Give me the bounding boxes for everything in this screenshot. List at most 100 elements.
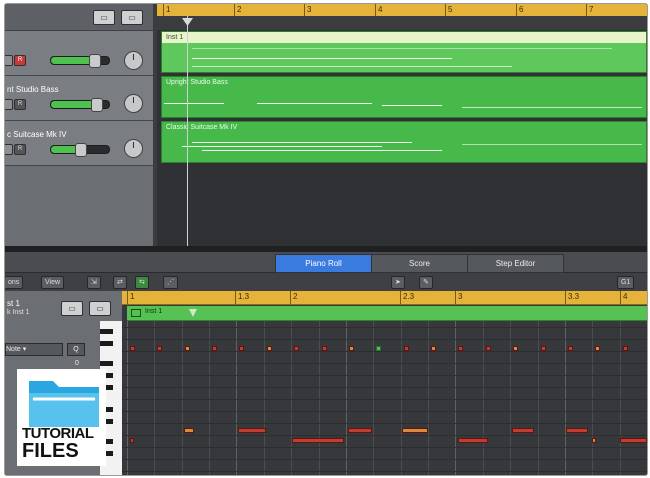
grid-row (122, 363, 647, 364)
midi-note[interactable] (620, 438, 647, 443)
midi-note[interactable] (458, 438, 488, 443)
view-menu[interactable]: View (41, 276, 65, 289)
ruler-tick: 3 (304, 4, 311, 16)
region-name: Classic Suitcase Mk IV (166, 124, 238, 131)
volume-slider[interactable] (50, 143, 110, 157)
midi-note[interactable] (540, 346, 546, 351)
midi-note[interactable] (294, 346, 300, 351)
grid-row (122, 459, 647, 460)
pan-knob[interactable] (124, 51, 143, 70)
grid-line (564, 321, 566, 475)
solo-button[interactable] (5, 99, 13, 110)
midi-note[interactable] (567, 346, 573, 351)
catch-icon[interactable]: ▭ (121, 10, 143, 25)
ruler-tick: 5 (445, 4, 452, 16)
midi-note[interactable] (592, 438, 596, 443)
midi-note[interactable] (212, 346, 218, 351)
grid-line (482, 321, 484, 475)
midi-note[interactable] (485, 346, 491, 351)
midi-note[interactable] (566, 428, 588, 433)
pan-knob[interactable] (124, 94, 143, 113)
auto-zoom-icon[interactable]: ⇲ (87, 276, 101, 289)
quantize-button[interactable]: Q (67, 343, 85, 356)
region-inst-1[interactable]: Inst 1 (161, 31, 647, 73)
midi-note[interactable] (157, 346, 163, 351)
region-upright-studio-bass[interactable]: Upright Studio Bass (161, 76, 647, 118)
catch-playhead-icon[interactable]: ⇆ (135, 276, 149, 289)
note-grid[interactable] (122, 291, 647, 475)
region-name: Upright Studio Bass (166, 79, 228, 86)
grid-line (373, 321, 375, 475)
logic-window: ▭ ▭ R nt Studio Bass R c Suitcase Mk IV … (4, 3, 648, 476)
midi-note[interactable] (348, 428, 372, 433)
midi-note[interactable] (403, 346, 409, 351)
editor-toolbar: ons View ⇲ ⇄ ⇆ ⋰ ➤ ✎ G1 (5, 273, 647, 292)
volume-slider[interactable] (50, 98, 110, 112)
midi-note[interactable] (513, 346, 519, 351)
grid-line (236, 321, 238, 475)
midi-note[interactable] (239, 346, 245, 351)
midi-note[interactable] (184, 428, 194, 433)
grid-line (263, 321, 265, 475)
grid-row (122, 375, 647, 376)
track-header-1[interactable]: R (5, 31, 153, 76)
midi-note[interactable] (348, 346, 354, 351)
midi-in-icon[interactable]: ⇄ (113, 276, 127, 289)
pencil-tool-icon[interactable]: ✎ (419, 276, 433, 289)
volume-slider[interactable] (50, 54, 110, 68)
pointer-tool-icon[interactable]: ➤ (391, 276, 405, 289)
catch-icon[interactable]: ▭ (89, 301, 111, 316)
grid-line (428, 321, 430, 475)
track-header-2[interactable]: nt Studio Bass R (5, 76, 153, 121)
region-classic-suitcase[interactable]: Classic Suitcase Mk IV (161, 121, 647, 163)
midi-note[interactable] (376, 346, 382, 351)
midi-note[interactable] (595, 346, 601, 351)
track-header-3[interactable]: c Suitcase Mk IV R (5, 121, 153, 166)
midi-note[interactable] (458, 346, 464, 351)
midi-note[interactable] (321, 346, 327, 351)
tab-score[interactable]: Score (371, 254, 468, 273)
mute-tool-icon[interactable]: ⋰ (163, 276, 178, 289)
editor-tabs: Piano Roll Score Step Editor (5, 252, 647, 273)
grid-line (154, 321, 156, 475)
track-name: nt Studio Bass (7, 85, 59, 94)
note-dropdown[interactable]: Note ▾ (5, 343, 63, 356)
midi-note[interactable] (238, 428, 266, 433)
midi-note[interactable] (292, 438, 344, 443)
midi-note[interactable] (266, 346, 272, 351)
playhead[interactable] (187, 16, 188, 246)
pan-knob[interactable] (124, 139, 143, 158)
tutorial-files-logo: TUTORIAL FILES (17, 369, 106, 466)
grid-line (537, 321, 539, 475)
grid-row (122, 447, 647, 448)
tab-step-editor[interactable]: Step Editor (467, 254, 564, 273)
midi-note[interactable] (130, 346, 135, 351)
grid-line (318, 321, 320, 475)
record-arm-button[interactable]: R (14, 144, 26, 155)
midi-note[interactable] (622, 346, 628, 351)
midi-note[interactable] (512, 428, 534, 433)
grid-line (647, 321, 648, 475)
grid-row (122, 339, 647, 340)
midi-note[interactable] (184, 346, 190, 351)
track-headers: ▭ ▭ R nt Studio Bass R c Suitcase Mk IV … (5, 4, 153, 246)
midi-note[interactable] (402, 428, 428, 433)
midi-note[interactable] (431, 346, 437, 351)
ruler-tick: 4 (375, 4, 382, 16)
grid-line (345, 321, 347, 475)
record-arm-button[interactable]: R (14, 99, 26, 110)
tab-piano-roll[interactable]: Piano Roll (275, 254, 372, 273)
grid-line (127, 321, 128, 475)
midi-note[interactable] (130, 438, 134, 443)
tracks-area: 1 2 3 4 5 6 7 Inst 1 Upright Studio Bass… (157, 4, 647, 246)
snap-menu[interactable]: G1 (617, 276, 635, 289)
logo-text-line2: FILES (22, 440, 79, 462)
record-arm-button[interactable]: R (14, 55, 26, 66)
piano-roll[interactable]: 1 1.3 2 2.3 3 3.3 4 Inst 1 (100, 291, 647, 475)
solo-button[interactable] (5, 55, 13, 66)
functions-menu[interactable]: ons (5, 276, 24, 289)
grid-line (510, 321, 512, 475)
folder-icon[interactable]: ▭ (93, 10, 115, 25)
solo-button[interactable] (5, 144, 13, 155)
link-icon[interactable]: ▭ (61, 301, 83, 316)
